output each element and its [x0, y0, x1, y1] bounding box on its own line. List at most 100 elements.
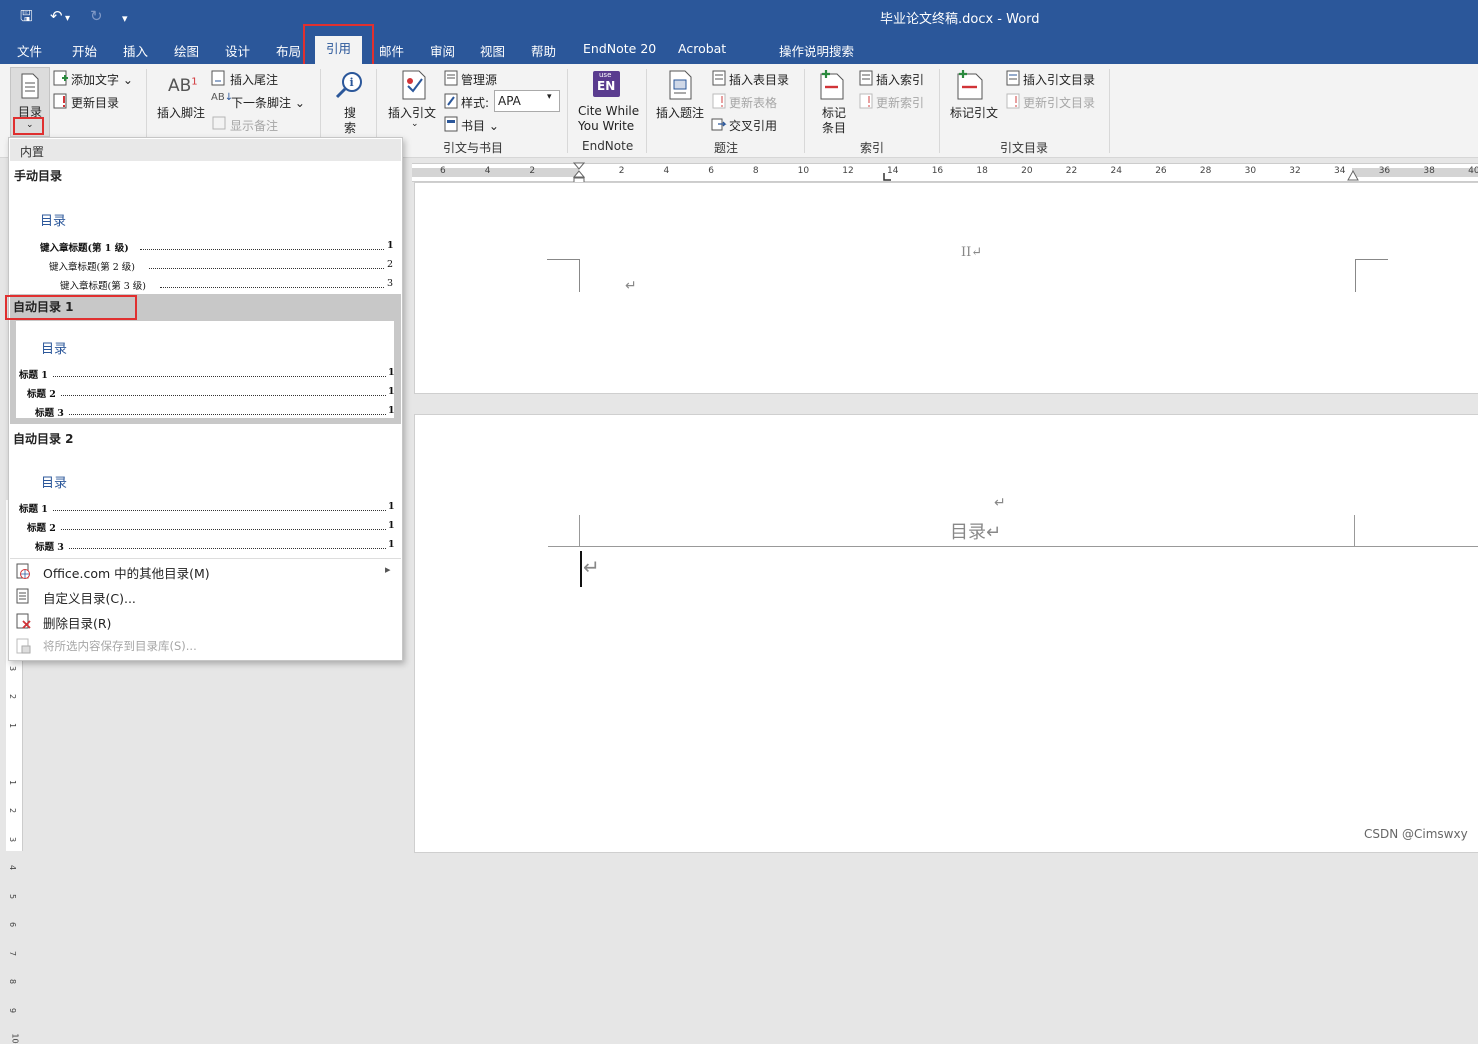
ruler-tick-label: 30	[1244, 166, 1257, 176]
ruler-tick-label: 26	[1155, 166, 1167, 176]
mark-citation-icon	[957, 70, 983, 100]
tab-design[interactable]: 设计	[225, 41, 250, 60]
style-select-value: APA	[498, 94, 521, 108]
gallery-item-title: 自动目录 2	[13, 432, 74, 446]
vruler-tick-label: 3	[8, 665, 18, 671]
tab-insert[interactable]: 插入	[123, 41, 148, 60]
tab-acrobat[interactable]: Acrobat	[678, 41, 726, 56]
document-page-2[interactable]: ↵ 目录↵ ↵	[414, 414, 1478, 853]
tab-review[interactable]: 审阅	[430, 41, 455, 60]
insert-endnote-button[interactable]: 插入尾注	[230, 71, 278, 88]
ruler-tick-label: 4	[663, 166, 670, 176]
vruler-tick-label: 1	[8, 779, 18, 785]
next-footnote-icon: AB↓	[211, 92, 234, 103]
menu-item-custom-toc[interactable]: 自定义目录(C)...	[9, 584, 401, 608]
document-page-1[interactable]: II↵ ↵	[414, 182, 1478, 394]
update-table-button[interactable]: 更新表格	[729, 94, 777, 111]
vruler-tick-label: 6	[8, 921, 18, 928]
tab-endnote[interactable]: EndNote 20	[583, 41, 656, 56]
margin-line	[548, 546, 1478, 547]
gallery-item-manual-toc[interactable]: 手动目录 目录 键入章标题(第 1 级) 1 键入章标题(第 2 级) 2 键入章标…	[10, 162, 401, 293]
preview-toc-line: 键入章标题(第 2 级) 2	[49, 259, 394, 273]
show-notes-button[interactable]: 显示备注	[230, 117, 278, 134]
add-text-button[interactable]: 添加文字 ⌄	[71, 71, 133, 88]
insert-caption-icon	[669, 70, 692, 100]
tell-me-search[interactable]: 操作说明搜索	[779, 41, 854, 60]
update-toc-icon	[53, 93, 67, 109]
svg-text:i: i	[350, 76, 354, 89]
style-select[interactable]: APA ▾	[494, 90, 560, 112]
mark-entry-line2[interactable]: 条目	[822, 119, 846, 136]
tab-help[interactable]: 帮助	[531, 41, 556, 60]
right-indent-marker-icon[interactable]	[1347, 169, 1359, 181]
custom-toc-icon	[16, 588, 29, 604]
gallery-section-header: 内置	[10, 139, 401, 161]
bibliography-icon	[444, 116, 458, 132]
customize-quick-access-icon[interactable]: ▾	[122, 10, 128, 28]
insert-toa-button[interactable]: 插入引文目录	[1023, 71, 1095, 88]
save-icon[interactable]: 🖫	[20, 7, 33, 25]
update-toc-button[interactable]: 更新目录	[71, 94, 119, 111]
crop-mark	[1355, 259, 1388, 292]
update-table-icon	[712, 93, 726, 109]
horizontal-ruler[interactable]: 6 4 2 2 4 6 8 10 12 14 16 18 20 22 24 26 28 30 32 34 36 38 40	[412, 162, 1478, 184]
search-icon: i	[335, 72, 362, 99]
bibliography-button[interactable]: 书目 ⌄	[461, 117, 499, 134]
mark-citation-button[interactable]: 标记引文	[950, 104, 998, 121]
tab-file[interactable]: 文件	[17, 41, 42, 60]
update-toa-button[interactable]: 更新引文目录	[1023, 94, 1095, 111]
paragraph-mark: ↵	[583, 555, 600, 579]
gallery-item-auto-toc-2[interactable]: 自动目录 2 目录 标题 11 标题 21 标题 31	[10, 426, 401, 554]
show-notes-icon	[212, 116, 226, 130]
toc-icon	[21, 73, 39, 99]
undo-icon[interactable]: ↶	[50, 7, 63, 25]
redo-icon[interactable]: ↻	[90, 7, 103, 25]
vruler-tick-label: 8	[8, 978, 18, 985]
menu-item-more-tocs-office[interactable]: Office.com 中的其他目录(M) ▸	[9, 559, 401, 583]
menu-item-remove-toc[interactable]: 删除目录(R)	[9, 609, 401, 633]
chevron-down-icon: ▾	[547, 92, 552, 102]
cite-while-you-write-line1[interactable]: Cite While	[578, 104, 639, 118]
endnote-badge-main: EN	[597, 79, 616, 93]
tab-home[interactable]: 开始	[72, 41, 97, 60]
cite-while-you-write-line2[interactable]: You Write	[578, 119, 634, 133]
next-footnote-button[interactable]: 下一条脚注 ⌄	[231, 94, 305, 111]
insert-footnote-icon: AB1	[168, 76, 198, 96]
gallery-item-title: 手动目录	[14, 169, 63, 183]
insert-caption-button[interactable]: 插入题注	[656, 104, 704, 121]
tab-view[interactable]: 视图	[480, 41, 505, 60]
tab-layout[interactable]: 布局	[276, 41, 301, 60]
tab-stop-icon[interactable]	[882, 172, 892, 182]
ruler-tick-label: 40	[1468, 166, 1478, 176]
tab-mailings[interactable]: 邮件	[379, 41, 404, 60]
index-group-label: 索引	[860, 141, 885, 155]
vruler-tick-label: 3	[8, 836, 18, 842]
tab-draw[interactable]: 绘图	[174, 41, 199, 60]
ribbon-tab-bar: 文件 开始 插入 绘图 设计 布局 引用 邮件 审阅 视图 帮助 EndNote…	[0, 33, 1478, 90]
menu-item-save-to-gallery[interactable]: 将所选内容保存到目录库(S)...	[9, 634, 401, 658]
crop-mark	[579, 515, 580, 547]
preview-toc-line: 标题 21	[27, 386, 395, 400]
preview-toc-line: 标题 11	[19, 501, 395, 515]
vruler-tick-label: 2	[8, 693, 18, 700]
vruler-tick-label: 2	[8, 807, 18, 814]
remove-toc-icon	[16, 613, 31, 629]
ruler-tick-label: 2	[618, 166, 625, 176]
ruler-tick-label: 22	[1065, 166, 1078, 176]
vruler-tick-label: 1	[8, 722, 18, 728]
ruler-tick-label: 6	[440, 166, 446, 176]
insert-footnote-button[interactable]: 插入脚注	[157, 104, 205, 121]
update-index-button[interactable]: 更新索引	[876, 94, 924, 111]
cross-reference-button[interactable]: 交叉引用	[729, 117, 777, 134]
manage-sources-button[interactable]: 管理源	[461, 71, 497, 88]
preview-toc-title: 目录	[40, 214, 67, 229]
paragraph-mark: ↵	[625, 278, 637, 294]
ruler-tick-label: 8	[752, 166, 759, 176]
insert-index-button[interactable]: 插入索引	[876, 71, 924, 88]
insert-table-of-figures-button[interactable]: 插入表目录	[729, 71, 789, 88]
toc-gallery-dropdown: 内置 手动目录 目录 键入章标题(第 1 级) 1 键入章标题(第 2 级) 2 键…	[5, 137, 403, 661]
undo-dropdown-icon[interactable]: ▾	[65, 10, 70, 28]
indent-marker-icon[interactable]	[573, 162, 585, 184]
cross-reference-icon	[711, 118, 727, 131]
search-label-bottom[interactable]: 索	[344, 119, 356, 136]
